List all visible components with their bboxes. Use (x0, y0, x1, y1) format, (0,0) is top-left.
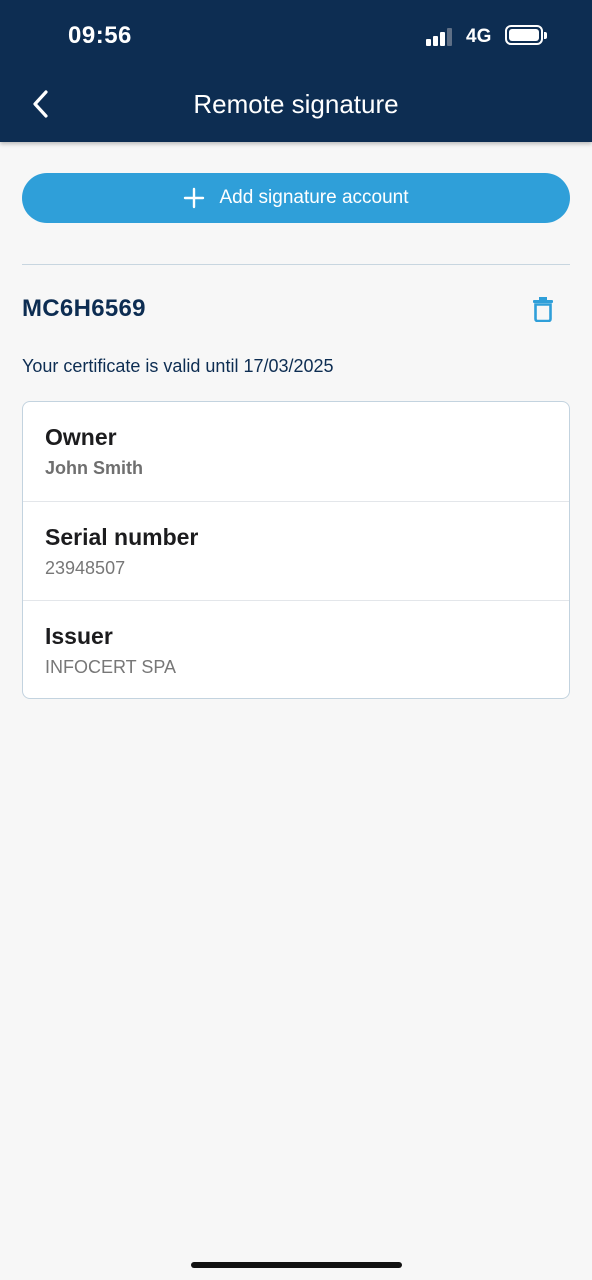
plus-icon (183, 187, 205, 209)
certificate-details-card: Owner John Smith Serial number 23948507 … (22, 401, 570, 699)
app-header: 09:56 4G Remote signature (0, 0, 592, 142)
add-signature-account-label: Add signature account (219, 187, 409, 208)
battery-icon (505, 25, 547, 45)
add-signature-account-button[interactable]: Add signature account (22, 173, 570, 223)
owner-label: Owner (45, 424, 117, 450)
signal-strength-icon (426, 26, 458, 46)
home-indicator[interactable] (191, 1262, 402, 1268)
issuer-value: INFOCERT SPA (45, 657, 177, 677)
status-time: 09:56 (68, 22, 132, 49)
section-divider (22, 264, 570, 265)
page-title: Remote signature (193, 89, 399, 119)
serial-number-label: Serial number (45, 524, 199, 550)
issuer-label: Issuer (45, 623, 113, 649)
detail-row-issuer: Issuer INFOCERT SPA (23, 600, 569, 699)
delete-account-button[interactable] (528, 294, 558, 324)
trash-icon (533, 297, 553, 322)
detail-row-serial-number: Serial number 23948507 (23, 501, 569, 600)
account-id: MC6H6569 (22, 295, 146, 322)
certificate-validity: Your certificate is valid until 17/03/20… (22, 356, 334, 376)
detail-row-owner: Owner John Smith (23, 402, 569, 501)
owner-value: John Smith (45, 458, 143, 478)
network-type: 4G (466, 26, 492, 47)
serial-number-value: 23948507 (45, 558, 126, 578)
